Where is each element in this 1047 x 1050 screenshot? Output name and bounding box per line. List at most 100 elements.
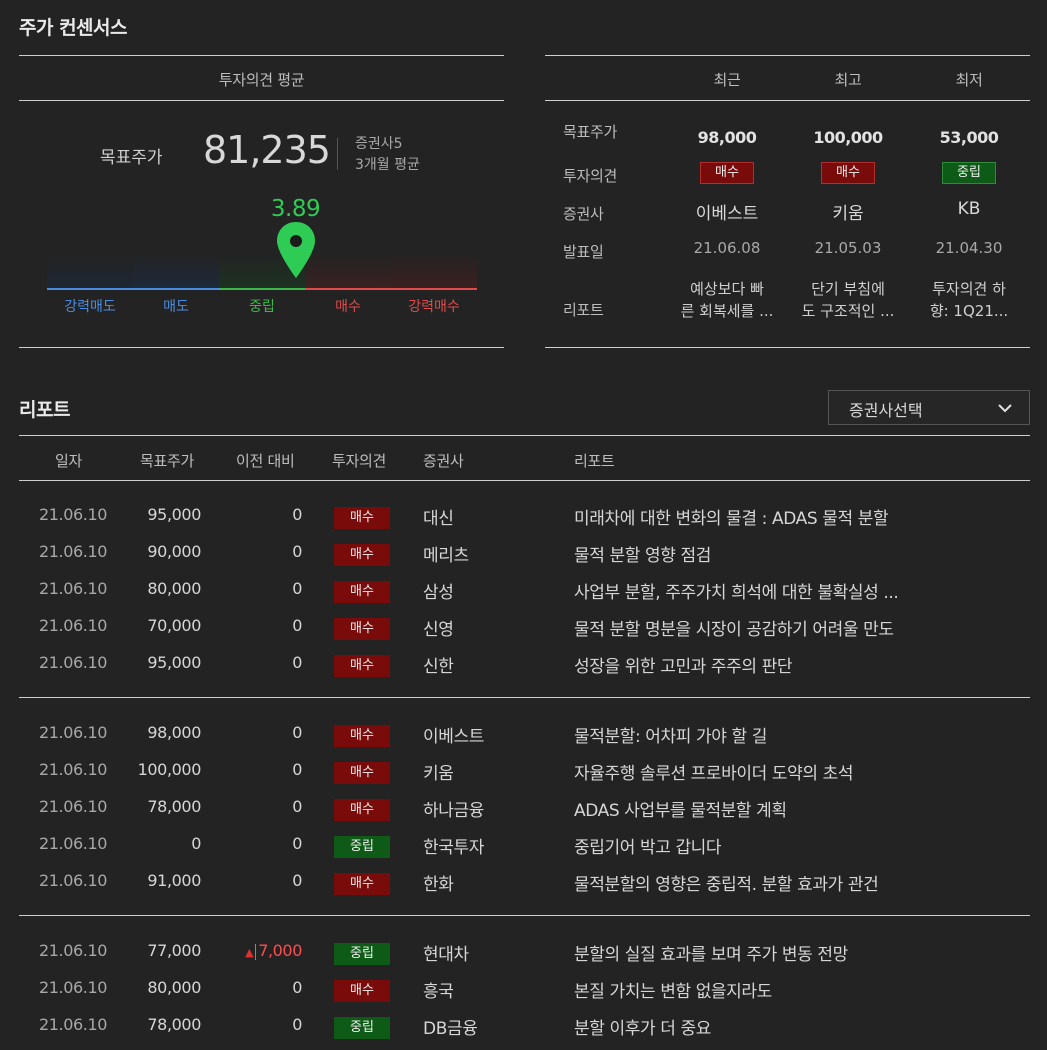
row-change: 0 bbox=[292, 797, 302, 816]
row-broker: 삼성 bbox=[423, 583, 454, 603]
gauge-marker: 3.89 bbox=[266, 196, 326, 282]
col-header-date: 일자 bbox=[55, 452, 83, 470]
report-title-link[interactable]: 미래차에 대한 변화의 물결 : ADAS 물적 분할 bbox=[574, 504, 888, 529]
report-title-link[interactable]: 분할의 실질 효과를 보며 주가 변동 전망 bbox=[574, 940, 848, 965]
divider bbox=[19, 480, 1030, 481]
chevron-down-icon bbox=[998, 404, 1012, 413]
report-title-link[interactable]: 자율주행 솔루션 프로바이더 도약의 초석 bbox=[574, 759, 853, 784]
opinion-badge: 중립 bbox=[334, 1017, 390, 1039]
report-title-link[interactable]: 사업부 분할, 주주가치 희석에 대한 불확실성 ... bbox=[574, 578, 898, 603]
opinion-badge: 매수 bbox=[334, 873, 390, 895]
row-date: 21.06.10 bbox=[39, 760, 108, 779]
compare-price: 100,000 bbox=[813, 128, 883, 147]
compare-date: 21.05.03 bbox=[814, 239, 882, 257]
col-header-change: 이전 대비 bbox=[236, 452, 295, 470]
row-broker: 신영 bbox=[423, 620, 454, 640]
report-title-link[interactable]: 물적 분할 영향 점검 bbox=[574, 541, 711, 566]
row-opinion: 중립 bbox=[334, 942, 390, 965]
row-date: 21.06.10 bbox=[39, 723, 108, 742]
compare-opinion: 중립 bbox=[909, 161, 1029, 184]
report-title-link[interactable]: 중립기어 박고 갑니다 bbox=[574, 833, 721, 858]
compare-date: 21.06.08 bbox=[693, 239, 761, 257]
divider bbox=[19, 347, 504, 348]
row-date: 21.06.10 bbox=[39, 616, 108, 635]
compare-price: 98,000 bbox=[697, 128, 757, 147]
average-period: 3개월 평균 bbox=[355, 157, 420, 173]
group-divider bbox=[19, 697, 1030, 698]
opinion-badge: 매수 bbox=[700, 162, 754, 184]
gauge-line-buy bbox=[305, 288, 477, 290]
compare-report-link[interactable]: 예상보다 빠 bbox=[667, 278, 787, 299]
compare-opinion: 매수 bbox=[788, 161, 908, 184]
group-divider bbox=[19, 915, 1030, 916]
compare-broker: 키움 bbox=[832, 204, 864, 224]
row-change: 0 bbox=[292, 760, 302, 779]
compare-report-link[interactable]: 향: 1Q21... bbox=[909, 300, 1029, 321]
row-target-price: 95,000 bbox=[147, 505, 201, 524]
opinion-badge: 중립 bbox=[334, 943, 390, 965]
opinion-badge: 매수 bbox=[334, 581, 390, 603]
row-broker: 대신 bbox=[423, 509, 454, 529]
col-header-high: 최고 bbox=[834, 71, 862, 89]
col-header-report: 리포트 bbox=[574, 452, 615, 470]
compare-report-link[interactable]: 단기 부침에 bbox=[788, 278, 908, 299]
brokers-count: 증권사5 bbox=[355, 136, 403, 152]
report-title-link[interactable]: 물적 분할 명분을 시장이 공감하기 어려울 만도 bbox=[574, 615, 894, 640]
row-label-date: 발표일 bbox=[563, 243, 604, 261]
row-target-price: 95,000 bbox=[147, 653, 201, 672]
divider bbox=[19, 55, 504, 56]
row-broker: 한국투자 bbox=[423, 838, 484, 858]
avg-opinion-header: 투자의견 평균 bbox=[218, 71, 305, 89]
row-opinion: 매수 bbox=[334, 724, 390, 747]
report-title-link[interactable]: 본질 가치는 변함 없을지라도 bbox=[574, 977, 772, 1002]
row-change: 0 bbox=[292, 978, 302, 997]
divider bbox=[255, 943, 257, 960]
reports-title: 리포트 bbox=[19, 399, 70, 421]
opinion-badge: 매수 bbox=[334, 980, 390, 1002]
report-title-link[interactable]: 성장을 위한 고민과 주주의 판단 bbox=[574, 652, 792, 677]
compare-report-link[interactable]: 른 회복세를 ... bbox=[667, 300, 787, 321]
row-opinion: 매수 bbox=[334, 580, 390, 603]
row-label-target-price: 목표주가 bbox=[563, 123, 618, 141]
compare-broker: KB bbox=[957, 199, 981, 219]
row-target-price: 80,000 bbox=[147, 978, 201, 997]
report-title-link[interactable]: 물적분할: 어차피 가야 할 길 bbox=[574, 722, 767, 747]
row-change: 0 bbox=[292, 542, 302, 561]
row-change: 0 bbox=[292, 616, 302, 635]
compare-opinion: 매수 bbox=[667, 161, 787, 184]
divider bbox=[19, 435, 1030, 436]
col-header-low: 최저 bbox=[955, 71, 983, 89]
row-change: 0 bbox=[292, 653, 302, 672]
compare-report-link[interactable]: 투자의견 하 bbox=[909, 278, 1029, 299]
row-broker: DB금융 bbox=[423, 1019, 478, 1039]
divider bbox=[337, 138, 338, 170]
report-title-link[interactable]: ADAS 사업부를 물적분할 계획 bbox=[574, 796, 787, 821]
divider bbox=[545, 55, 1030, 56]
row-date: 21.06.10 bbox=[39, 797, 108, 816]
gauge-segment-strong-sell bbox=[47, 252, 133, 290]
report-title-link[interactable]: 물적분할의 영향은 중립적. 분할 효과가 관건 bbox=[574, 870, 878, 895]
row-opinion: 매수 bbox=[334, 979, 390, 1002]
row-change: 0 bbox=[292, 834, 302, 853]
consensus-title: 주가 컨센서스 bbox=[19, 17, 128, 39]
row-change: 0 bbox=[292, 505, 302, 524]
broker-select[interactable]: 증권사선택 bbox=[828, 390, 1030, 425]
row-opinion: 매수 bbox=[334, 543, 390, 566]
report-title-link[interactable]: 분할 이후가 더 중요 bbox=[574, 1014, 711, 1039]
compare-price: 53,000 bbox=[939, 128, 999, 147]
col-header-opinion: 투자의견 bbox=[332, 452, 387, 470]
divider bbox=[19, 100, 504, 101]
target-price-value: 81,235 bbox=[203, 128, 331, 172]
row-opinion: 매수 bbox=[334, 506, 390, 529]
opinion-badge: 매수 bbox=[334, 507, 390, 529]
row-target-price: 77,000 bbox=[147, 941, 201, 960]
row-label-opinion: 투자의견 bbox=[563, 167, 618, 185]
row-label-broker: 증권사 bbox=[563, 205, 604, 223]
row-target-price: 98,000 bbox=[147, 723, 201, 742]
row-target-price: 78,000 bbox=[147, 1015, 201, 1034]
map-pin-icon bbox=[276, 222, 315, 278]
col-header-target-price: 목표주가 bbox=[140, 452, 195, 470]
row-opinion: 매수 bbox=[334, 872, 390, 895]
row-date: 21.06.10 bbox=[39, 542, 108, 561]
compare-report-link[interactable]: 도 구조적인 ... bbox=[788, 300, 908, 321]
